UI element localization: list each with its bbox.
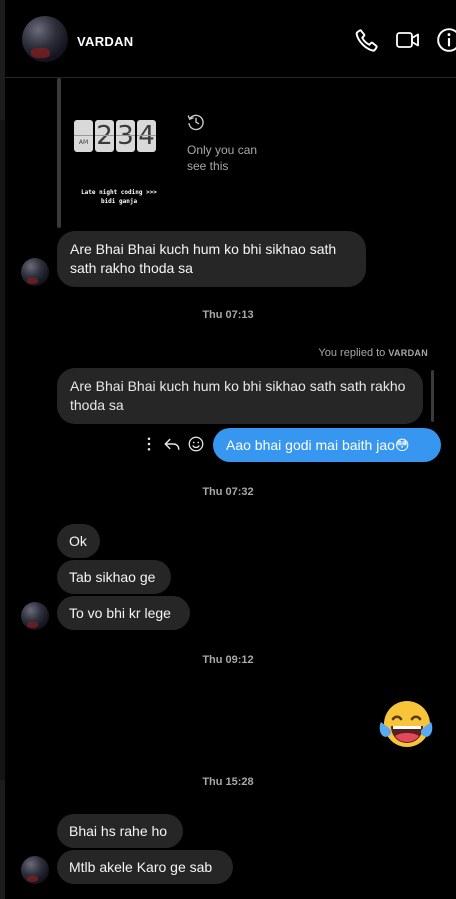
replied-name: VARDAN: [388, 348, 428, 358]
story-privacy-note: Only you can see this: [187, 142, 277, 174]
message-bubble[interactable]: Mtlb akele Karo ge sab: [57, 850, 233, 884]
story-reply-bar: [57, 78, 61, 228]
phone-icon[interactable]: [354, 27, 380, 53]
replied-prefix: You replied to: [318, 347, 389, 359]
my-message-bubble[interactable]: Aao bhai godi mai baith jao😳: [213, 428, 441, 462]
clock-digit: 2: [95, 120, 114, 152]
info-icon[interactable]: [436, 27, 456, 53]
message-bubble[interactable]: Ok: [57, 524, 100, 558]
story-caption-line: bidi ganja: [100, 198, 138, 205]
story-note-line: see this: [187, 159, 229, 173]
replied-label: You replied to VARDAN: [318, 347, 428, 359]
timestamp: Thu 15:28: [202, 776, 254, 788]
laughing-tears-emoji[interactable]: [378, 698, 434, 750]
video-icon[interactable]: [395, 27, 421, 53]
timestamp: Thu 09:12: [202, 654, 254, 666]
sender-avatar[interactable]: [21, 258, 49, 286]
clock-widget: AM 2 3 4: [74, 120, 156, 152]
history-icon: [187, 114, 204, 131]
message-bubble[interactable]: To vo bhi kr lege: [57, 596, 190, 630]
message-bubble[interactable]: Tab sikhao ge: [57, 560, 171, 594]
clock-digit: 4: [137, 120, 156, 152]
message-bubble[interactable]: Are Bhai Bhai kuch hum ko bhi sikhao sat…: [57, 231, 366, 287]
timestamp: Thu 07:32: [202, 486, 254, 498]
quoted-message[interactable]: Are Bhai Bhai kuch hum ko bhi sikhao sat…: [57, 368, 423, 424]
sender-avatar[interactable]: [21, 602, 49, 630]
story-thumbnail[interactable]: AM 2 3 4 Late night coding >>> bidi ganj…: [64, 78, 174, 228]
message-bubble[interactable]: Bhai hs rahe ho: [57, 814, 183, 848]
timestamp: Thu 07:13: [202, 309, 254, 321]
flushed-emoji: 😳: [394, 438, 410, 454]
sender-avatar[interactable]: [21, 856, 49, 884]
clock-digit: 3: [116, 120, 135, 152]
my-message-text: Aao bhai godi mai baith jao: [226, 437, 395, 453]
quote-bar: [431, 370, 434, 422]
story-caption: Late night coding >>> bidi ganja: [64, 188, 174, 206]
story-caption-line: Late night coding >>>: [81, 189, 157, 196]
chat-header: VARDAN: [5, 0, 456, 78]
contact-name[interactable]: VARDAN: [77, 34, 133, 49]
reply-icon[interactable]: [163, 435, 181, 453]
contact-avatar[interactable]: [22, 16, 68, 62]
story-note-line: Only you can: [187, 143, 258, 157]
more-options-icon[interactable]: [140, 435, 158, 453]
react-emoji-icon[interactable]: [187, 435, 205, 453]
clock-ampm: AM: [74, 120, 93, 152]
scrollbar-thumb[interactable]: [0, 120, 5, 780]
